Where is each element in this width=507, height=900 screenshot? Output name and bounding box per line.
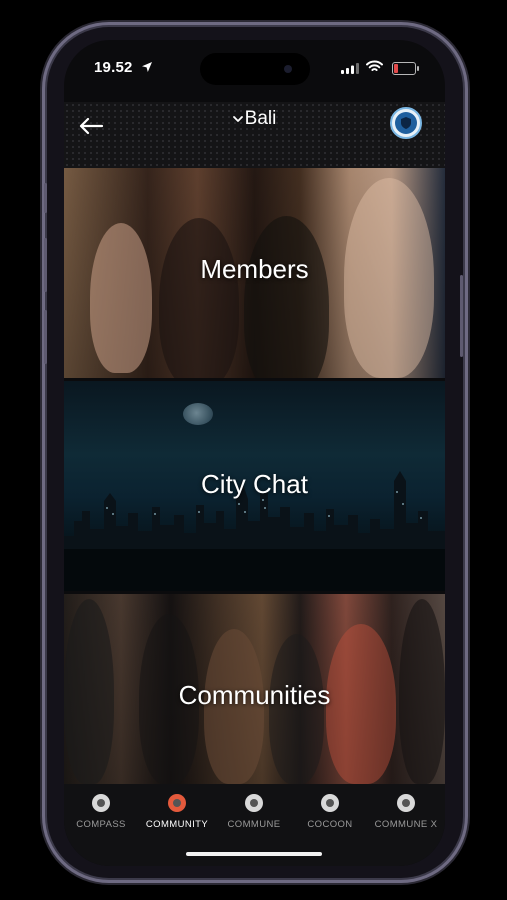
- tab-commune-x[interactable]: COMMUNE X: [368, 794, 444, 830]
- photo-person: [159, 218, 239, 378]
- communities-tile[interactable]: Communities: [64, 594, 445, 784]
- action-button: [44, 183, 47, 213]
- shield-badge-icon[interactable]: [390, 107, 422, 139]
- status-bar: 19.52: [64, 40, 445, 102]
- volume-down-button: [44, 310, 47, 364]
- location-arrow-icon: [142, 62, 152, 72]
- photo-person: [90, 223, 152, 373]
- commune-x-icon: [397, 794, 415, 812]
- tab-community[interactable]: COMMUNITY: [139, 794, 215, 830]
- members-tile[interactable]: Members: [64, 168, 445, 378]
- city-chat-label: City Chat: [201, 469, 308, 499]
- moon-graphic: [183, 403, 213, 425]
- tab-label: COCOON: [307, 819, 353, 830]
- tab-label: COMPASS: [76, 819, 126, 830]
- volume-up-button: [44, 238, 47, 292]
- battery-low-icon: [392, 62, 419, 75]
- app-screen: 19.52 Bali Members City Chat Communities…: [64, 40, 445, 866]
- city-name: Bali: [244, 108, 277, 129]
- home-indicator[interactable]: [186, 852, 322, 856]
- city-skyline-graphic: [64, 471, 445, 591]
- communities-label: Communities: [178, 680, 331, 710]
- dynamic-island: [200, 53, 310, 85]
- wifi-icon: [366, 60, 383, 71]
- members-label: Members: [200, 254, 309, 284]
- tab-compass[interactable]: COMPASS: [64, 794, 139, 830]
- cellular-signal-icon: [341, 63, 359, 74]
- city-chat-tile[interactable]: City Chat: [64, 381, 445, 591]
- tab-label: COMMUNE: [227, 819, 281, 830]
- photo-person: [244, 216, 329, 378]
- tab-label: COMMUNITY: [145, 819, 209, 830]
- cocoon-icon: [321, 794, 339, 812]
- top-navigation-bar: Bali: [64, 102, 445, 168]
- tab-label: COMMUNE X: [374, 819, 438, 830]
- tab-cocoon[interactable]: COCOON: [292, 794, 368, 830]
- city-selector[interactable]: Bali: [64, 108, 445, 130]
- community-icon: [168, 794, 186, 812]
- status-time: 19.52: [94, 59, 133, 76]
- power-button: [460, 275, 463, 357]
- commune-icon: [245, 794, 263, 812]
- tab-commune[interactable]: COMMUNE: [216, 794, 292, 830]
- chevron-down-icon: [232, 116, 243, 122]
- compass-icon: [92, 794, 110, 812]
